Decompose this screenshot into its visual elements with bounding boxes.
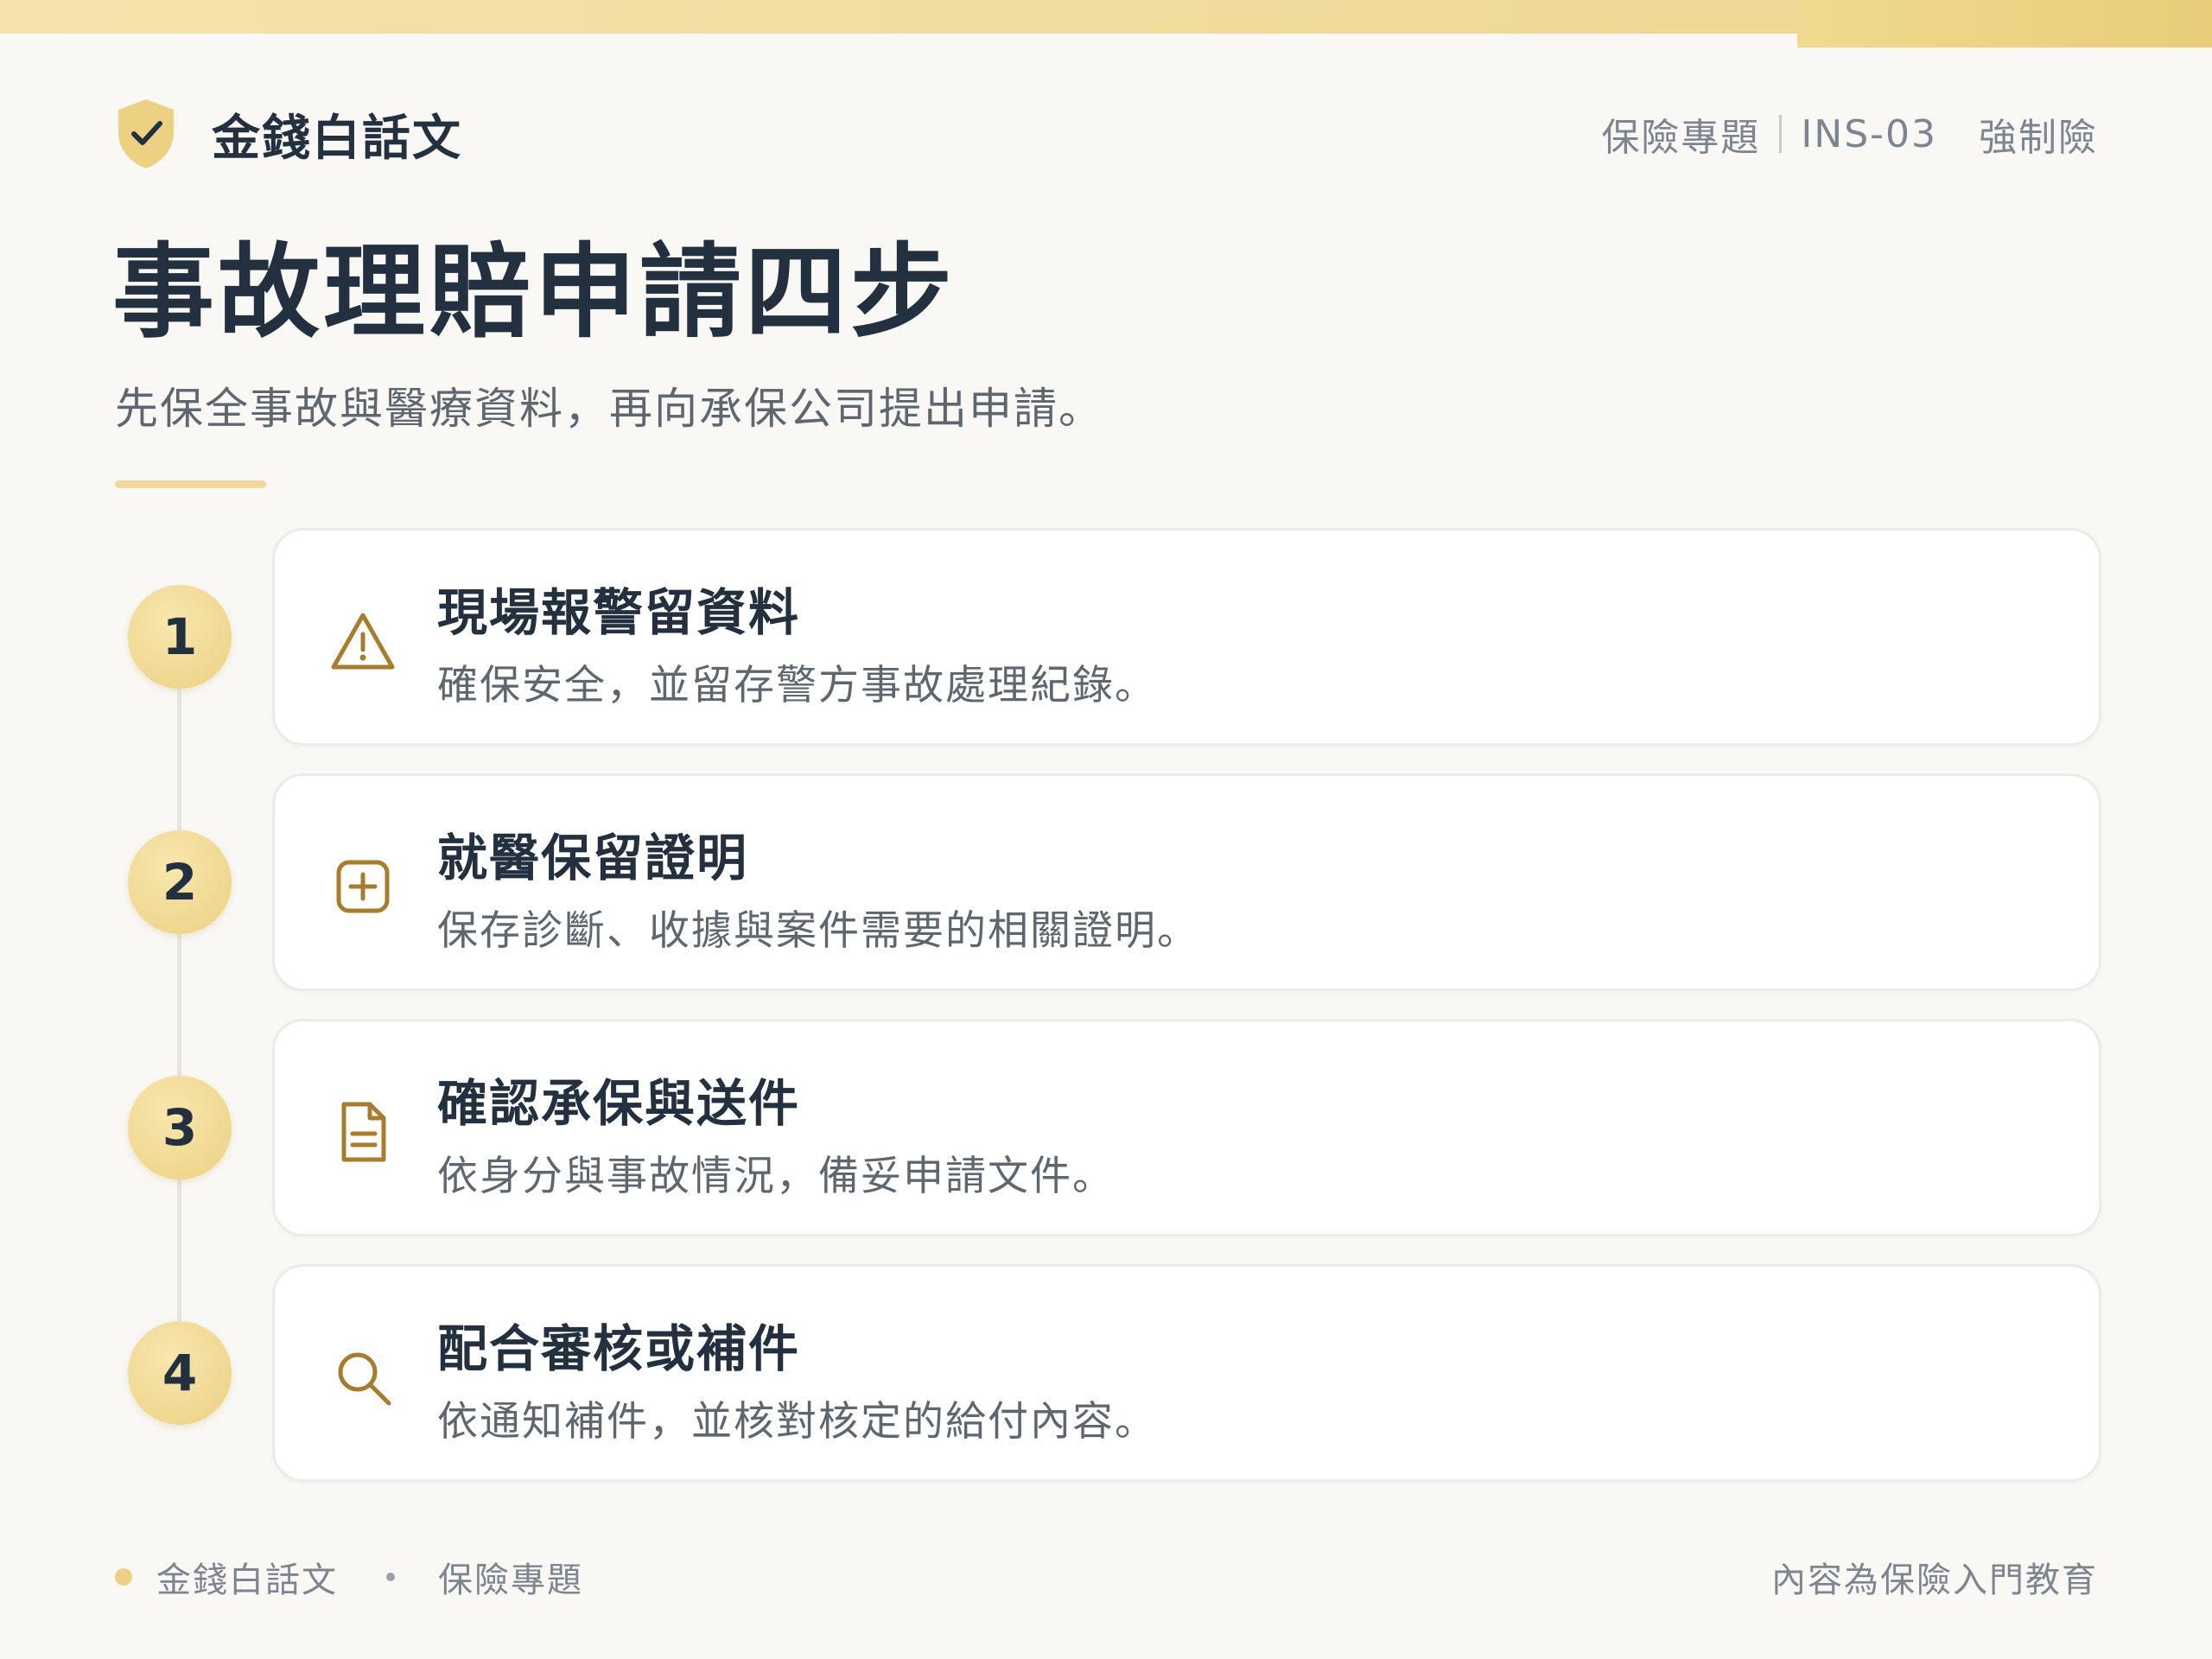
step-title: 就醫保留證明: [437, 829, 749, 887]
step-title: 現場報警留資料: [437, 583, 801, 642]
footer-brand: 金錢白話文: [156, 1560, 338, 1600]
topic-category: 保險專題: [1601, 116, 1761, 160]
step-description: 保存診斷、收據與案件需要的相關證明。: [437, 907, 1199, 955]
step-card: 就醫保留證明 保存診斷、收據與案件需要的相關證明。: [272, 773, 2101, 991]
header: 金錢白話文 保險專題 INS-03 強制險: [115, 95, 2098, 173]
footer-separator-dot: [386, 1573, 395, 1581]
search-icon: [338, 1352, 391, 1406]
meta-divider: [1779, 115, 1783, 153]
step-description: 依通知補件，並核對核定的給付內容。: [437, 1398, 1157, 1446]
step-card: 確認承保與送件 依身分與事故情況，備妥申請文件。: [272, 1019, 2101, 1236]
topic-tag: 強制險: [1979, 116, 2098, 160]
footer-note: 內容為保險入門教育: [1771, 1560, 2098, 1600]
step-description: 確保安全，並留存警方事故處理紀錄。: [437, 662, 1157, 709]
step-number-badge: 3: [128, 1076, 232, 1179]
shield-check-icon: [118, 99, 174, 168]
topic-meta: 保險專題 INS-03 強制險: [1601, 106, 2098, 162]
step-title: 確認承保與送件: [437, 1074, 801, 1133]
medical-plus-icon: [336, 860, 390, 913]
footer-dot-icon: [115, 1568, 132, 1586]
brand-name: 金錢白話文: [212, 110, 462, 167]
brand: 金錢白話文: [115, 98, 462, 170]
step-description: 依身分與事故情況，備妥申請文件。: [437, 1153, 1115, 1200]
document-icon: [341, 1102, 386, 1162]
top-accent-tab: [1797, 0, 2212, 48]
warning-triangle-icon: [331, 613, 395, 670]
title-underline: [115, 480, 266, 488]
step-number-badge: 2: [128, 830, 232, 934]
footer: 金錢白話文 保險專題 內容為保險入門教育: [115, 1551, 2098, 1603]
step-card: 配合審核或補件 依通知補件，並核對核定的給付內容。: [272, 1264, 2101, 1482]
step-number-badge: 4: [128, 1321, 232, 1425]
step-title: 配合審核或補件: [437, 1319, 801, 1378]
step-card: 現場報警留資料 確保安全，並留存警方事故處理紀錄。: [272, 528, 2101, 746]
page-subtitle: 先保全事故與醫療資料，再向承保公司提出申請。: [115, 384, 1103, 434]
footer-category: 保險專題: [438, 1560, 583, 1600]
topic-code: INS-03: [1801, 111, 1937, 156]
step-number-badge: 1: [128, 585, 232, 689]
timeline-connector: [177, 639, 181, 1365]
page-title: 事故理賠申請四步: [112, 232, 957, 352]
